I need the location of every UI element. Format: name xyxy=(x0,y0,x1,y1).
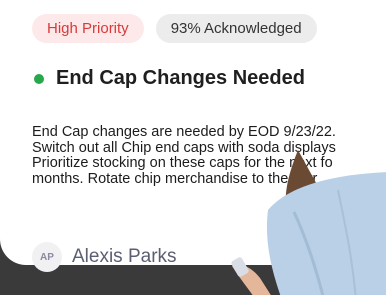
author-row: AP Alexis Parks xyxy=(32,242,177,272)
avatar: AP xyxy=(32,242,62,272)
author-name: Alexis Parks xyxy=(72,246,177,267)
announcement-title: End Cap Changes Needed xyxy=(56,67,305,89)
screenshot-stage: High Priority 93% Acknowledged End Cap C… xyxy=(0,0,386,295)
acknowledged-badge: 93% Acknowledged xyxy=(155,14,317,43)
body-line: End Cap changes are needed by EOD 9/23/2… xyxy=(32,124,336,140)
status-dot-icon xyxy=(34,73,44,84)
shirt-shape xyxy=(266,172,386,295)
badge-row: High Priority 93% Acknowledged xyxy=(32,14,317,43)
person-photo-overlay xyxy=(231,150,386,295)
priority-badge: High Priority xyxy=(32,14,144,43)
title-row: End Cap Changes Needed xyxy=(34,67,305,90)
